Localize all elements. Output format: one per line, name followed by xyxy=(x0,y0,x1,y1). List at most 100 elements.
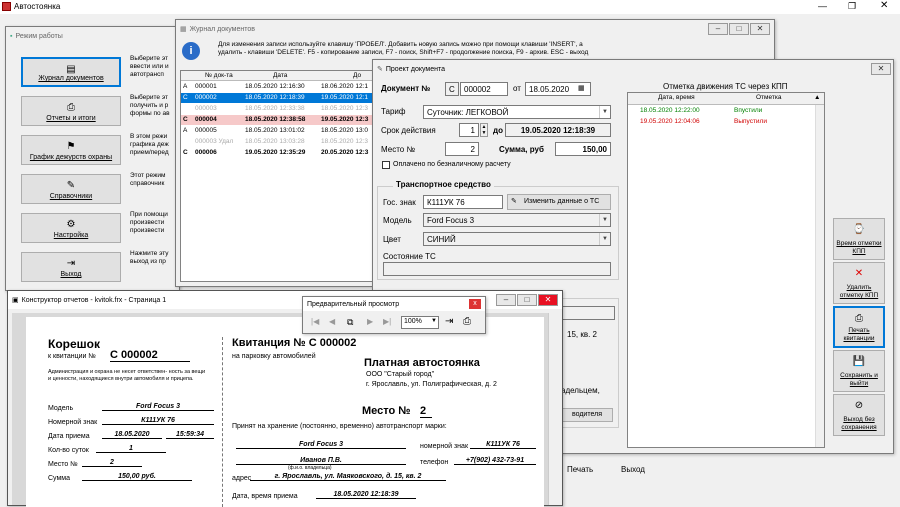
stub-plate-label: Номерной знак xyxy=(48,419,98,426)
doc-prefix[interactable]: C xyxy=(445,82,459,96)
settings-icon: ⚙ xyxy=(66,219,76,230)
mode-button-0[interactable]: ▤ Журнал документов xyxy=(21,57,121,87)
minimize-button[interactable]: – xyxy=(708,23,728,35)
mode-desc: Нажмите эту выход из пр xyxy=(130,250,169,265)
journal-grid[interactable]: № док-та Дата До A 000001 18.05.2020 12:16… xyxy=(180,70,376,282)
receipt-plate-label: номерной знак xyxy=(420,443,469,450)
mode-window-titlebar: ▪ Режим работы xyxy=(10,32,63,40)
tariff-label: Тариф xyxy=(381,107,406,116)
sum-field[interactable]: 150,00 xyxy=(555,142,611,156)
chevron-down-icon: ▼ xyxy=(599,233,610,245)
table-row[interactable]: A 000001 18.05.2020 12:16:30 18.06.2020 12:… xyxy=(181,82,375,92)
copy-icon[interactable]: ⧉ xyxy=(347,317,353,328)
row-num: 000001 xyxy=(195,83,217,90)
table-row[interactable]: 000003 Удал 18.05.2020 13:03:28 18.05.2020… xyxy=(181,137,375,147)
preview-toolbar: Предварительный просмотр x |◀ ◀ ⧉ ▶ ▶| 1… xyxy=(302,296,486,334)
row-to: 19.05.2020 12:1 xyxy=(321,94,368,101)
kpp-header: Дата, время Отметка ▲ xyxy=(628,93,824,105)
table-row[interactable]: 18.05.2020 12:22:00 Впустили xyxy=(628,106,824,116)
kpp-scrollbar[interactable] xyxy=(815,105,824,447)
maximize-icon[interactable]: ❐ xyxy=(848,1,856,12)
close-icon[interactable]: ✕ xyxy=(880,0,888,11)
tariff-select[interactable]: Суточник: ЛЕГКОВОЙ xyxy=(423,105,611,119)
mode-button-3[interactable]: ✎ Справочники xyxy=(21,174,121,204)
mode-button-5[interactable]: ⇥ Выход xyxy=(21,252,121,282)
mode-button-2[interactable]: ⚑ График дежурств охраны xyxy=(21,135,121,165)
edit-vehicle-button[interactable]: ✎ Изменить данные о ТС xyxy=(507,194,611,210)
side-button-0[interactable]: ⌚ Время отметки КПП xyxy=(833,218,885,260)
close-button[interactable]: ✕ xyxy=(538,294,558,306)
receipt-page: Корешок к квитанции № C 000002 Администр… xyxy=(26,317,544,507)
table-row[interactable]: C 000006 19.05.2020 12:35:29 20.05.2020 12:… xyxy=(181,148,375,158)
model-field: Ford Focus 3 xyxy=(423,213,611,227)
color-label: Цвет xyxy=(383,235,401,244)
col-datetime[interactable]: Дата, время xyxy=(658,94,695,101)
app-icon xyxy=(2,2,11,11)
table-row[interactable]: 000003 18.05.2020 12:33:38 18.05.2020 12:3 xyxy=(181,104,375,114)
col-num[interactable]: № док-та xyxy=(205,72,233,79)
row-num: 000003 Удал xyxy=(195,138,234,145)
accepted-text: Принят на хранение (постоянно, временно)… xyxy=(232,423,447,430)
stub-days-label: Кол-во суток xyxy=(48,447,89,454)
table-row[interactable]: 19.05.2020 12:04:06 Выпустили xyxy=(628,117,824,127)
print-label[interactable]: Печать xyxy=(567,465,593,474)
place-field[interactable]: 2 xyxy=(445,142,479,156)
chevron-down-icon[interactable]: ▼ xyxy=(599,106,610,118)
maximize-button[interactable]: □ xyxy=(517,294,537,306)
side-button-2[interactable]: ⎙ Печать квитанции xyxy=(833,306,885,348)
designer-scrollbar[interactable] xyxy=(548,313,558,505)
doc-number-field[interactable]: 000002 xyxy=(460,82,508,96)
next-page-icon[interactable]: ▶ xyxy=(367,317,373,326)
term-stepper[interactable]: ▲ ▼ xyxy=(480,123,488,137)
paid-checkbox[interactable] xyxy=(382,161,390,169)
mode-button-1[interactable]: ⎙ Отчеты и итоги xyxy=(21,96,121,126)
window-icon: ▪ xyxy=(10,32,13,40)
cancel-icon: ⊘ xyxy=(854,400,864,411)
prev-page-icon[interactable]: ◀ xyxy=(329,317,335,326)
exit-label[interactable]: Выход xyxy=(621,465,645,474)
receipt-address: г. Ярославль, ул. Маяковского, д. 15, кв… xyxy=(250,473,446,481)
until-field: 19.05.2020 12:18:39 xyxy=(505,123,611,137)
row-num: 000003 xyxy=(195,105,217,112)
term-field[interactable]: 1 xyxy=(459,123,479,137)
table-row[interactable]: C 000004 18.05.2020 12:38:58 19.05.2020 12:… xyxy=(181,115,375,125)
kpp-datetime: 19.05.2020 12:04:06 xyxy=(640,118,700,125)
print-icon[interactable]: ⎙ xyxy=(463,316,471,327)
side-button-4[interactable]: ⊘ Выход без сохранения xyxy=(833,394,885,436)
plate-field[interactable]: К111УК 76 xyxy=(423,195,503,209)
col-to[interactable]: До xyxy=(353,72,361,79)
calendar-icon[interactable]: ▦ xyxy=(578,84,585,92)
stub-title: Корешок xyxy=(48,337,100,351)
sort-icon[interactable]: ▲ xyxy=(814,94,820,101)
minimize-button[interactable]: – xyxy=(496,294,516,306)
mode-button-label: Справочники xyxy=(49,193,93,200)
mode-button-4[interactable]: ⚙ Настройка xyxy=(21,213,121,243)
table-row[interactable]: C 000002 18.05.2020 12:18:39 19.05.2020 12:… xyxy=(181,93,375,103)
org-title: Платная автостоянка xyxy=(364,357,480,369)
first-page-icon[interactable]: |◀ xyxy=(311,317,319,326)
close-button[interactable]: ✕ xyxy=(750,23,770,35)
col-date[interactable]: Дата xyxy=(273,72,287,79)
state-field xyxy=(383,262,611,276)
chevron-down-icon[interactable]: ▼ xyxy=(431,318,437,324)
stub-date-label: Дата приема xyxy=(48,433,90,440)
model-label: Модель xyxy=(383,216,412,225)
side-button-1[interactable]: ✕ Удалить отметку КПП xyxy=(833,262,885,304)
last-page-icon[interactable]: ▶| xyxy=(383,317,391,326)
driver-button[interactable]: водителя xyxy=(561,408,613,422)
stub-date: 18.05.2020 xyxy=(102,431,162,439)
close-button[interactable]: x xyxy=(469,299,481,309)
maximize-button[interactable]: □ xyxy=(729,23,749,35)
owner-caption: (ф.и.о. владельца) xyxy=(288,465,332,471)
exit-icon[interactable]: ⇥ xyxy=(445,316,453,327)
receipt-owner: Иванов П.В. xyxy=(236,457,406,465)
table-row[interactable]: A 000005 18.05.2020 13:01:02 18.05.2020 13:… xyxy=(181,126,375,136)
close-button[interactable]: ✕ xyxy=(871,63,891,75)
minimize-icon[interactable]: — xyxy=(818,1,827,11)
term-label: Срок действия xyxy=(381,126,436,135)
side-button-3[interactable]: 💾 Сохранить и выйти xyxy=(833,350,885,392)
kpp-grid[interactable]: Дата, время Отметка ▲ 18.05.2020 12:22:0… xyxy=(627,92,825,448)
col-mark[interactable]: Отметка xyxy=(756,94,781,101)
owner-address-tail: 15, кв. 2 xyxy=(567,330,597,339)
org-name: ООО "Старый город" xyxy=(366,371,435,378)
